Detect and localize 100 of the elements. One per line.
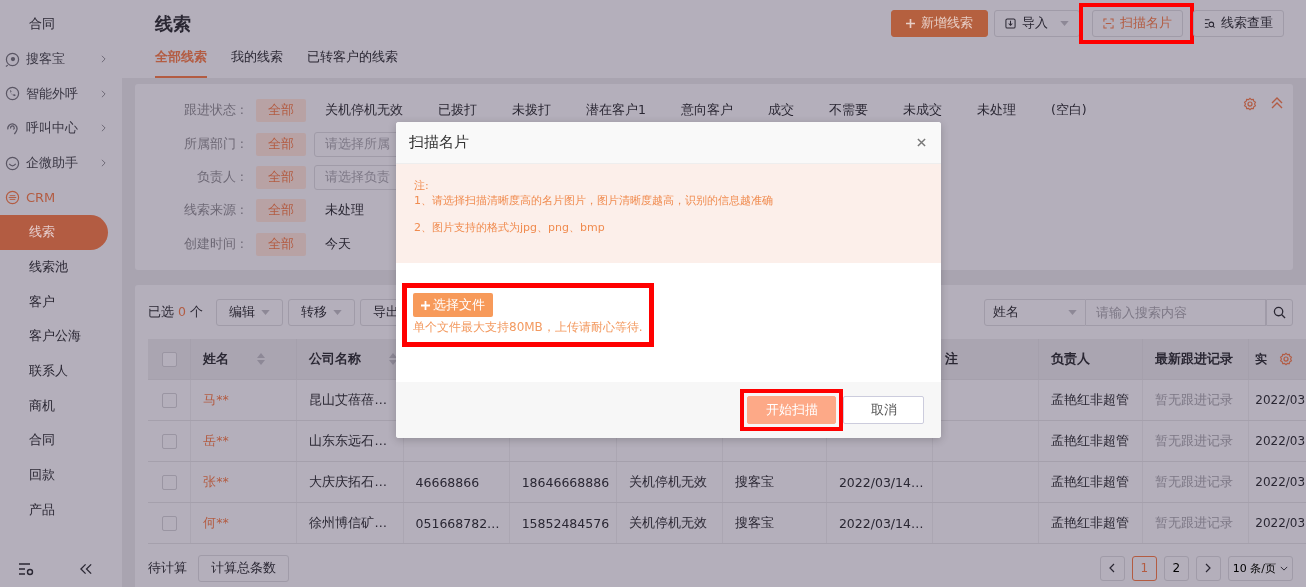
settings-icon[interactable] [18, 562, 34, 576]
checkbox[interactable] [162, 475, 177, 490]
nav-group[interactable]: 智能外呼 [0, 76, 122, 112]
prev-page-button[interactable] [1099, 555, 1125, 581]
table-cell: 2022/03 [1255, 434, 1306, 448]
filter-label: 负责人 : [195, 168, 245, 186]
crm-icon [5, 190, 20, 206]
checkbox[interactable] [162, 516, 177, 531]
column-header: 负责人 [1051, 350, 1091, 368]
filter-option[interactable]: 未处理 [314, 202, 375, 220]
nav-item[interactable]: 回款 [0, 457, 108, 493]
filter-option[interactable]: 意向客户 [669, 102, 744, 120]
filter-option[interactable]: (空白) [1039, 102, 1098, 120]
tab[interactable]: 已转客户的线索 [307, 48, 398, 78]
notice-text: 2、图片支持的格式为jpg、png、bmp [414, 220, 606, 235]
filter-option[interactable]: 今天 [314, 235, 362, 253]
toolbar-button[interactable]: 转移 [287, 298, 355, 326]
close-icon[interactable] [917, 138, 926, 147]
column-header: 注 [945, 350, 958, 368]
filter-label: 线索来源 : [182, 202, 245, 220]
table-cell: 2022/03 [1255, 475, 1306, 489]
filter-label: 所属部门 : [182, 135, 245, 153]
caret-down-icon [1068, 309, 1077, 315]
filter-option[interactable]: 已拨打 [427, 102, 488, 120]
collapse-icon[interactable] [80, 563, 93, 575]
chevron-right-icon [101, 55, 106, 64]
filter-option[interactable]: 不需要 [817, 102, 879, 120]
nav-item[interactable]: 联系人 [0, 353, 108, 389]
table-cell: 徐州博信矿… [309, 514, 387, 530]
filter-option[interactable]: 未成交 [891, 102, 953, 120]
nav-group[interactable]: 呼叫中心 [0, 111, 122, 146]
field-select[interactable]: 姓名 [984, 298, 1086, 326]
page-title: 线索 [155, 11, 191, 36]
chevron-right-icon [101, 124, 106, 133]
page-button[interactable]: 2 [1163, 555, 1189, 581]
collapse-up-icon[interactable] [1271, 97, 1283, 109]
table-cell: 昆山艾蓓蓓… [309, 391, 387, 407]
checkbox[interactable] [162, 434, 177, 449]
table-cell: 搜客宝 [734, 473, 774, 489]
page-size-select[interactable]: 10 条/页 [1227, 555, 1293, 581]
table-cell: 15852484576 [521, 515, 610, 531]
table-cell: 山东东远石… [309, 432, 387, 448]
filter-option[interactable]: 潜在客户1 [575, 102, 657, 120]
nav-item[interactable]: 合同 [0, 423, 108, 458]
list-search-icon [1204, 18, 1215, 29]
dialog-button[interactable]: 取消 [843, 396, 924, 424]
column-header: 公司名称 [309, 350, 362, 368]
chevron-down-icon [1280, 565, 1288, 571]
nav-item[interactable]: 商机 [0, 388, 108, 424]
nav-group[interactable]: 搜客宝 [0, 41, 122, 77]
table-cell: 搜客宝 [734, 514, 774, 530]
table-cell: 孟艳红非超管 [1051, 473, 1130, 489]
table-cell: 2022/03 [1255, 393, 1306, 407]
dialog-title: 扫描名片 [409, 133, 469, 152]
sort-icon[interactable] [389, 353, 398, 365]
table-cell: 18646668886 [521, 474, 610, 490]
search-icon [1273, 305, 1286, 319]
table-cell: 2022/03/14… [838, 515, 924, 531]
next-page-button[interactable] [1195, 555, 1221, 581]
table-cell: 孟艳红非超管 [1051, 432, 1130, 448]
column-header: 最新跟进记录 [1155, 350, 1234, 368]
table-cell: 2022/03/14… [838, 474, 924, 490]
count-button[interactable]: 计算总条数 [198, 554, 289, 582]
nav-item[interactable]: 产品 [0, 492, 108, 528]
checkbox[interactable] [162, 393, 177, 408]
column-header: 姓名 [203, 350, 230, 368]
notice-text: 1、请选择扫描清晰度高的名片图片，图片清晰度越高，识别的信息越准确 [414, 193, 774, 208]
tab[interactable]: 我的线索 [231, 48, 283, 78]
nav-item[interactable]: 线索池 [0, 249, 108, 285]
eye-icon [5, 51, 20, 67]
chat-icon [5, 155, 20, 171]
table-cell: 关机停机无效 [628, 514, 707, 530]
headset-icon [5, 120, 20, 136]
search-button[interactable] [1266, 298, 1293, 326]
table-cell: 孟艳红非超管 [1051, 514, 1130, 530]
nav-item[interactable]: 客户公海 [0, 319, 108, 354]
chevron-left-icon [1109, 563, 1116, 573]
table-cell: 051668782… [415, 515, 500, 531]
action-button[interactable]: 导入 [994, 10, 1080, 37]
checkbox[interactable] [162, 352, 177, 367]
phone-icon [5, 86, 20, 102]
caret-down-icon [260, 309, 270, 315]
action-button[interactable]: 线索查重 [1193, 10, 1284, 37]
notice-text: 注: [414, 178, 430, 193]
filter-option[interactable]: 未处理 [965, 102, 1027, 120]
nav-item[interactable]: 合同 [0, 7, 108, 42]
caret-down-icon [1060, 21, 1069, 26]
toolbar-button[interactable]: 编辑 [215, 298, 283, 326]
upload-hint: 单个文件最大支持80MB，上传请耐心等待. [413, 319, 643, 336]
filter-option[interactable]: 未拨打 [501, 102, 562, 120]
nav-group[interactable]: 企微助手 [0, 145, 122, 181]
column-header: 实 [1255, 350, 1268, 368]
nav-item[interactable]: 客户 [0, 284, 108, 320]
chevron-right-icon [101, 89, 106, 98]
table-cell: 孟艳红非超管 [1051, 391, 1130, 407]
filter-option[interactable]: 关机停机无效 [314, 102, 414, 120]
filter-label: 创建时间 : [182, 235, 245, 253]
filter-option[interactable]: 成交 [756, 102, 805, 120]
selection-count: 已选 0 个 [148, 303, 203, 321]
chevron-right-icon [101, 159, 106, 168]
